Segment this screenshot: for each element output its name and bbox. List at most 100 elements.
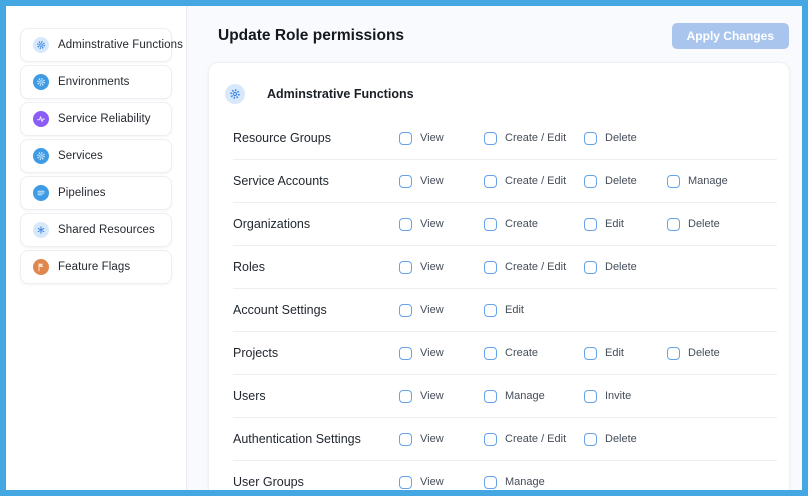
checkbox-create-edit[interactable] [484, 175, 497, 188]
checkbox-delete[interactable] [584, 132, 597, 145]
permission-option-delete[interactable]: Delete [584, 175, 667, 188]
checkbox-delete[interactable] [667, 347, 680, 360]
permissions-card: Adminstrative Functions Resource GroupsV… [208, 62, 790, 490]
checkbox-view[interactable] [399, 390, 412, 403]
checkbox-delete[interactable] [584, 261, 597, 274]
checkbox-manage[interactable] [484, 390, 497, 403]
permissions-card-header: Adminstrative Functions [209, 63, 789, 117]
permission-option-manage[interactable]: Manage [484, 390, 584, 403]
permission-option-delete[interactable]: Delete [667, 218, 777, 231]
checkbox-label: View [420, 476, 444, 488]
permission-rows: Resource GroupsViewCreate / EditDeleteSe… [209, 117, 789, 490]
sidebar-item-services[interactable]: Services [20, 139, 172, 173]
permission-option-manage[interactable]: Manage [667, 175, 777, 188]
permission-option-edit[interactable]: Edit [484, 304, 584, 317]
checkbox-edit[interactable] [584, 218, 597, 231]
checkbox-view[interactable] [399, 132, 412, 145]
permission-option-delete[interactable]: Delete [584, 433, 667, 446]
checkbox-delete[interactable] [584, 433, 597, 446]
checkbox-label: View [420, 218, 444, 230]
permission-option-view[interactable]: View [399, 347, 484, 360]
checkbox-delete[interactable] [584, 175, 597, 188]
checkbox-label: Manage [505, 390, 545, 402]
checkbox-label: Create / Edit [505, 261, 566, 273]
permission-option-create[interactable]: Create [484, 347, 584, 360]
permission-option-delete[interactable]: Delete [584, 261, 667, 274]
permission-option-create-edit[interactable]: Create / Edit [484, 261, 584, 274]
checkbox-create[interactable] [484, 218, 497, 231]
checkbox-create-edit[interactable] [484, 433, 497, 446]
checkbox-label: Create [505, 218, 538, 230]
checkbox-label: Create / Edit [505, 175, 566, 187]
checkbox-delete[interactable] [667, 218, 680, 231]
permission-option-edit[interactable]: Edit [584, 347, 667, 360]
gear-icon [33, 74, 49, 90]
checkbox-edit[interactable] [484, 304, 497, 317]
checkbox-view[interactable] [399, 433, 412, 446]
permission-option-invite[interactable]: Invite [584, 390, 667, 403]
checkbox-label: View [420, 175, 444, 187]
sidebar-item-service-reliability[interactable]: Service Reliability [20, 102, 172, 136]
permission-option-view[interactable]: View [399, 433, 484, 446]
checkbox-view[interactable] [399, 175, 412, 188]
permission-option-view[interactable]: View [399, 218, 484, 231]
permission-row-service-accounts: Service AccountsViewCreate / EditDeleteM… [233, 160, 777, 203]
permission-row-roles: RolesViewCreate / EditDelete [233, 246, 777, 289]
checkbox-create-edit[interactable] [484, 261, 497, 274]
page-title: Update Role permissions [218, 27, 404, 45]
sidebar-item-shared-resources[interactable]: Shared Resources [20, 213, 172, 247]
sidebar-item-pipelines[interactable]: Pipelines [20, 176, 172, 210]
checkbox-label: Delete [605, 132, 637, 144]
pipeline-icon [33, 185, 49, 201]
checkbox-label: Create / Edit [505, 132, 566, 144]
permission-option-view[interactable]: View [399, 476, 484, 489]
permission-row-authentication-settings: Authentication SettingsViewCreate / Edit… [233, 418, 777, 461]
checkbox-edit[interactable] [584, 347, 597, 360]
checkbox-label: Delete [605, 175, 637, 187]
checkbox-view[interactable] [399, 476, 412, 489]
resource-name: Organizations [233, 217, 399, 231]
resource-name: Projects [233, 346, 399, 360]
permission-row-projects: Projects View Create Edit Delete [233, 332, 777, 375]
permission-option-view[interactable]: View [399, 390, 484, 403]
checkbox-view[interactable] [399, 218, 412, 231]
checkbox-view[interactable] [399, 261, 412, 274]
sidebar-item-feature-flags[interactable]: Feature Flags [20, 250, 172, 284]
permission-option-manage[interactable]: Manage [484, 476, 584, 489]
app-window: Adminstrative FunctionsEnvironmentsServi… [0, 0, 808, 496]
checkbox-label: View [420, 347, 444, 359]
apply-changes-button[interactable]: Apply Changes [672, 23, 789, 49]
permission-option-view[interactable]: View [399, 175, 484, 188]
permission-option-view[interactable]: View [399, 304, 484, 317]
checkbox-label: Manage [505, 476, 545, 488]
permission-option-view[interactable]: View [399, 132, 484, 145]
checkbox-label: Edit [605, 347, 624, 359]
checkbox-view[interactable] [399, 304, 412, 317]
checkbox-label: Create [505, 347, 538, 359]
checkbox-create-edit[interactable] [484, 132, 497, 145]
resource-name: Users [233, 389, 399, 403]
permission-option-create-edit[interactable]: Create / Edit [484, 175, 584, 188]
permission-option-create-edit[interactable]: Create / Edit [484, 433, 584, 446]
permission-option-create[interactable]: Create [484, 218, 584, 231]
permission-row-organizations: Organizations View Create Edit Delete [233, 203, 777, 246]
permission-option-delete[interactable]: Delete [584, 132, 667, 145]
checkbox-manage[interactable] [667, 175, 680, 188]
checkbox-view[interactable] [399, 347, 412, 360]
sidebar-item-adminstrative-functions[interactable]: Adminstrative Functions [20, 28, 172, 62]
permission-option-edit[interactable]: Edit [584, 218, 667, 231]
sidebar-item-environments[interactable]: Environments [20, 65, 172, 99]
checkbox-label: Edit [505, 304, 524, 316]
checkbox-create[interactable] [484, 347, 497, 360]
permission-option-view[interactable]: View [399, 261, 484, 274]
checkbox-label: Delete [688, 218, 720, 230]
sidebar-item-label: Pipelines [58, 187, 106, 199]
permission-option-create-edit[interactable]: Create / Edit [484, 132, 584, 145]
checkbox-manage[interactable] [484, 476, 497, 489]
sidebar-nav: Adminstrative FunctionsEnvironmentsServi… [6, 6, 187, 490]
permission-option-delete[interactable]: Delete [667, 347, 777, 360]
checkbox-label: View [420, 304, 444, 316]
checkbox-label: Edit [605, 218, 624, 230]
sidebar-item-label: Adminstrative Functions [58, 39, 183, 51]
checkbox-invite[interactable] [584, 390, 597, 403]
